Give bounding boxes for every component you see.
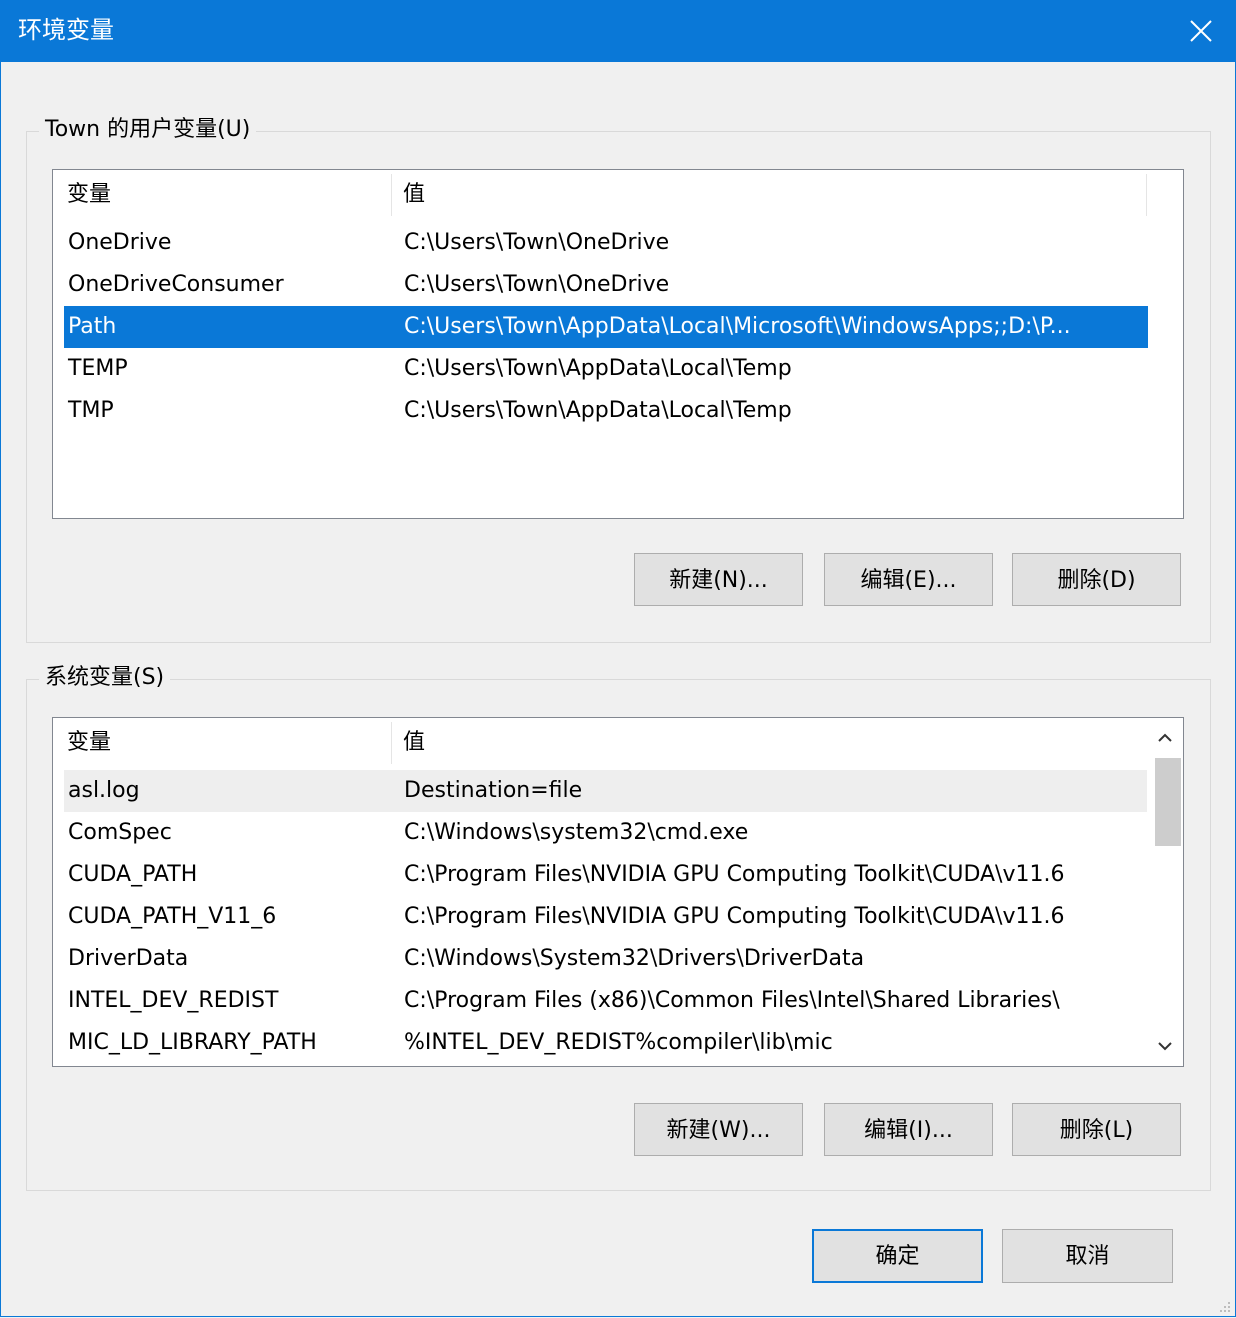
system-vars-group: 系统变量(S) 变量 值 asl.log Destination=file ComS…	[26, 663, 1211, 1191]
variable-name: OneDrive	[68, 230, 172, 255]
chevron-down-icon	[1158, 1042, 1172, 1051]
system-vars-list[interactable]: 变量 值 asl.log Destination=file ComSpec C:\Wi…	[52, 717, 1184, 1067]
ok-button[interactable]: 确定	[812, 1229, 983, 1283]
resize-grip-icon[interactable]	[1216, 1298, 1232, 1314]
table-row[interactable]: OneDrive C:\Users\Town\OneDrive	[64, 222, 1148, 264]
user-vars-list[interactable]: 变量 值 OneDrive C:\Users\Town\OneDrive OneDr…	[52, 169, 1184, 519]
close-button[interactable]	[1166, 0, 1236, 62]
variable-name: TEMP	[68, 356, 128, 381]
column-header-variable[interactable]: 变量	[67, 718, 111, 768]
variable-value: C:\Windows\system32\cmd.exe	[404, 820, 749, 845]
variable-name: MIC_LD_LIBRARY_PATH	[68, 1030, 317, 1055]
table-row[interactable]: TEMP C:\Users\Town\AppData\Local\Temp	[64, 348, 1148, 390]
user-new-button[interactable]: 新建(N)...	[634, 553, 803, 606]
column-header-variable[interactable]: 变量	[67, 170, 111, 220]
column-divider[interactable]	[1146, 174, 1147, 216]
table-row[interactable]: asl.log Destination=file	[64, 770, 1148, 812]
variable-name: INTEL_DEV_REDIST	[68, 988, 279, 1013]
user-vars-rows: OneDrive C:\Users\Town\OneDrive OneDriveCo…	[64, 222, 1148, 432]
column-divider[interactable]	[391, 722, 392, 764]
variable-name: TMP	[68, 398, 114, 423]
scroll-thumb[interactable]	[1155, 758, 1181, 846]
variable-name: CUDA_PATH	[68, 862, 198, 887]
variable-name: ComSpec	[68, 820, 172, 845]
list-header: 变量 值	[53, 718, 1147, 768]
column-header-value[interactable]: 值	[403, 170, 425, 220]
variable-name: Path	[68, 314, 117, 339]
variable-value: C:\Users\Town\AppData\Local\Temp	[404, 398, 792, 423]
scroll-up-button[interactable]	[1147, 718, 1183, 758]
table-row[interactable]: CUDA_PATH_V11_6 C:\Program Files\NVIDIA G…	[64, 896, 1148, 938]
close-icon	[1190, 20, 1212, 42]
table-row[interactable]: MIC_LD_LIBRARY_PATH %INTEL_DEV_REDIST%com…	[64, 1022, 1148, 1064]
variable-name: CUDA_PATH_V11_6	[68, 904, 277, 929]
system-edit-button[interactable]: 编辑(I)...	[824, 1103, 993, 1156]
user-vars-group: Town 的用户变量(U) 变量 值 OneDrive C:\Users\Town…	[26, 115, 1211, 643]
system-vars-rows: asl.log Destination=file ComSpec C:\Windows…	[64, 770, 1148, 1064]
title-bar: 环境变量	[0, 0, 1236, 62]
variable-value: C:\Program Files\NVIDIA GPU Computing To…	[404, 904, 1065, 929]
scroll-down-button[interactable]	[1147, 1026, 1183, 1066]
variable-value: C:\Users\Town\OneDrive	[404, 272, 670, 297]
cancel-button[interactable]: 取消	[1002, 1229, 1173, 1283]
table-row[interactable]: ComSpec C:\Windows\system32\cmd.exe	[64, 812, 1148, 854]
list-header: 变量 值	[53, 170, 1147, 220]
table-row[interactable]: TMP C:\Users\Town\AppData\Local\Temp	[64, 390, 1148, 432]
variable-value: C:\Users\Town\AppData\Local\Microsoft\Wi…	[404, 314, 1071, 339]
table-row[interactable]: Path C:\Users\Town\AppData\Local\Microsof…	[64, 306, 1148, 348]
system-vars-group-label: 系统变量(S)	[39, 663, 171, 693]
variable-name: OneDriveConsumer	[68, 272, 284, 297]
variable-value: %INTEL_DEV_REDIST%compiler\lib\mic	[404, 1030, 833, 1055]
user-edit-button[interactable]: 编辑(E)...	[824, 553, 993, 606]
window-title: 环境变量	[18, 16, 114, 44]
variable-name: asl.log	[68, 778, 140, 803]
column-header-value[interactable]: 值	[403, 718, 425, 768]
table-row[interactable]: DriverData C:\Windows\System32\Drivers\Dr…	[64, 938, 1148, 980]
variable-value: C:\Users\Town\OneDrive	[404, 230, 670, 255]
variable-value: Destination=file	[404, 778, 583, 803]
system-delete-button[interactable]: 删除(L)	[1012, 1103, 1181, 1156]
column-divider[interactable]	[391, 174, 392, 216]
variable-value: C:\Program Files (x86)\Common Files\Inte…	[404, 988, 1060, 1013]
table-row[interactable]: CUDA_PATH C:\Program Files\NVIDIA GPU Com…	[64, 854, 1148, 896]
vertical-scrollbar[interactable]	[1147, 718, 1183, 1066]
variable-name: DriverData	[68, 946, 189, 971]
variable-value: C:\Windows\System32\Drivers\DriverData	[404, 946, 865, 971]
table-row[interactable]: INTEL_DEV_REDIST C:\Program Files (x86)\C…	[64, 980, 1148, 1022]
chevron-up-icon	[1158, 733, 1172, 742]
user-vars-group-label: Town 的用户变量(U)	[39, 115, 257, 145]
variable-value: C:\Users\Town\AppData\Local\Temp	[404, 356, 792, 381]
system-new-button[interactable]: 新建(W)...	[634, 1103, 803, 1156]
variable-value: C:\Program Files\NVIDIA GPU Computing To…	[404, 862, 1065, 887]
user-delete-button[interactable]: 删除(D)	[1012, 553, 1181, 606]
table-row[interactable]: OneDriveConsumer C:\Users\Town\OneDrive	[64, 264, 1148, 306]
